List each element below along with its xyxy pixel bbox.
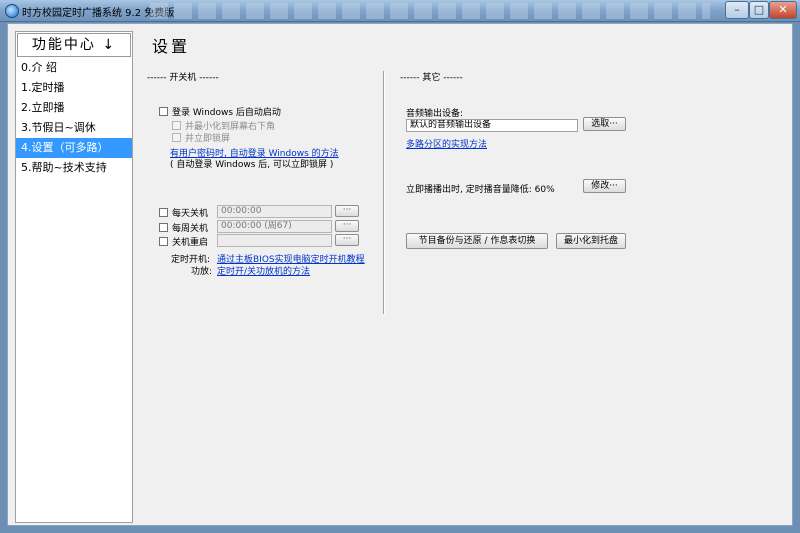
- function-center-sidebar: 功能中心 ↓ 0.介 绍 1.定时播 2.立即播 3.节假日~调休 4.设置（可…: [15, 31, 133, 523]
- reboot-time-field[interactable]: [217, 234, 332, 247]
- auto-login-label: 登录 Windows 后自动启动: [172, 108, 281, 118]
- close-button[interactable]: ✕: [769, 1, 797, 19]
- minimize-button[interactable]: –: [725, 1, 749, 19]
- sidebar-header: 功能中心 ↓: [17, 33, 131, 57]
- checkbox-box[interactable]: [159, 208, 168, 217]
- backup-restore-button[interactable]: 节目备份与还原 / 作息表切换: [406, 233, 548, 249]
- select-audio-device-button[interactable]: 选取···: [583, 117, 626, 131]
- reboot-checkbox[interactable]: 关机重启: [159, 235, 208, 248]
- power-section-label: ------ 开关机 ------: [147, 73, 219, 83]
- title-bar-background-toolbar: [150, 3, 710, 19]
- maximize-button[interactable]: □: [749, 1, 769, 19]
- weekly-shutdown-time-field[interactable]: 00:00:00 (周67): [217, 220, 332, 233]
- other-section-label: ------ 其它 ------: [400, 73, 463, 83]
- minimize-to-tray-button[interactable]: 最小化到托盘: [556, 233, 626, 249]
- multi-zone-link[interactable]: 多路分区的实现方法: [406, 137, 487, 150]
- amplifier-label: 功放:: [191, 267, 213, 277]
- daily-shutdown-edit-button[interactable]: ···: [335, 205, 359, 217]
- vertical-divider: [383, 71, 385, 314]
- reboot-label: 关机重启: [172, 238, 209, 248]
- audio-device-label: 音频输出设备:: [406, 109, 464, 119]
- volume-drop-text: 立即播播出时, 定时播音量降低: 60%: [406, 185, 555, 195]
- weekly-shutdown-edit-button[interactable]: ···: [335, 220, 359, 232]
- daily-shutdown-label: 每天关机: [172, 209, 209, 219]
- weekly-shutdown-checkbox[interactable]: 每周关机: [159, 221, 208, 234]
- sidebar-item-help[interactable]: 5.帮助~技术支持: [16, 158, 132, 178]
- arrow-down-icon: ↓: [102, 37, 117, 53]
- daily-shutdown-time-field[interactable]: 00:00:00: [217, 205, 332, 218]
- lock-screen-checkbox[interactable]: 并立即锁屏: [172, 131, 230, 144]
- title-bar[interactable]: 时方校园定时广播系统 9.2 免费版 – □ ✕: [0, 0, 800, 22]
- amplifier-schedule-link[interactable]: 定时开/关功放机的方法: [217, 264, 310, 277]
- lock-screen-label: 并立即锁屏: [185, 134, 231, 144]
- sidebar-header-label: 功能中心: [31, 37, 96, 53]
- daily-shutdown-checkbox[interactable]: 每天关机: [159, 206, 208, 219]
- page-title: 设置: [152, 37, 191, 56]
- sidebar-item-intro[interactable]: 0.介 绍: [16, 58, 132, 78]
- reboot-edit-button[interactable]: ···: [335, 234, 359, 246]
- sidebar-item-instant-play[interactable]: 2.立即播: [16, 98, 132, 118]
- sidebar-item-settings[interactable]: 4.设置（可多路）: [16, 138, 132, 158]
- sidebar-item-scheduled-play[interactable]: 1.定时播: [16, 78, 132, 98]
- weekly-shutdown-label: 每周关机: [172, 224, 209, 234]
- audio-device-field[interactable]: 默认的音频输出设备: [406, 119, 578, 132]
- sidebar-item-holidays[interactable]: 3.节假日~调休: [16, 118, 132, 138]
- checkbox-box[interactable]: [159, 237, 168, 246]
- checkbox-box[interactable]: [172, 121, 181, 130]
- checkbox-box[interactable]: [159, 223, 168, 232]
- checkbox-box[interactable]: [172, 133, 181, 142]
- auto-login-checkbox[interactable]: 登录 Windows 后自动启动: [159, 105, 281, 118]
- checkbox-box[interactable]: [159, 107, 168, 116]
- auto-login-note: ( 自动登录 Windows 后, 可以立即锁屏 ): [170, 160, 334, 170]
- modify-volume-button[interactable]: 修改···: [583, 179, 626, 193]
- main-window-client: 功能中心 ↓ 0.介 绍 1.定时播 2.立即播 3.节假日~调休 4.设置（可…: [7, 23, 793, 526]
- app-icon: [5, 4, 19, 18]
